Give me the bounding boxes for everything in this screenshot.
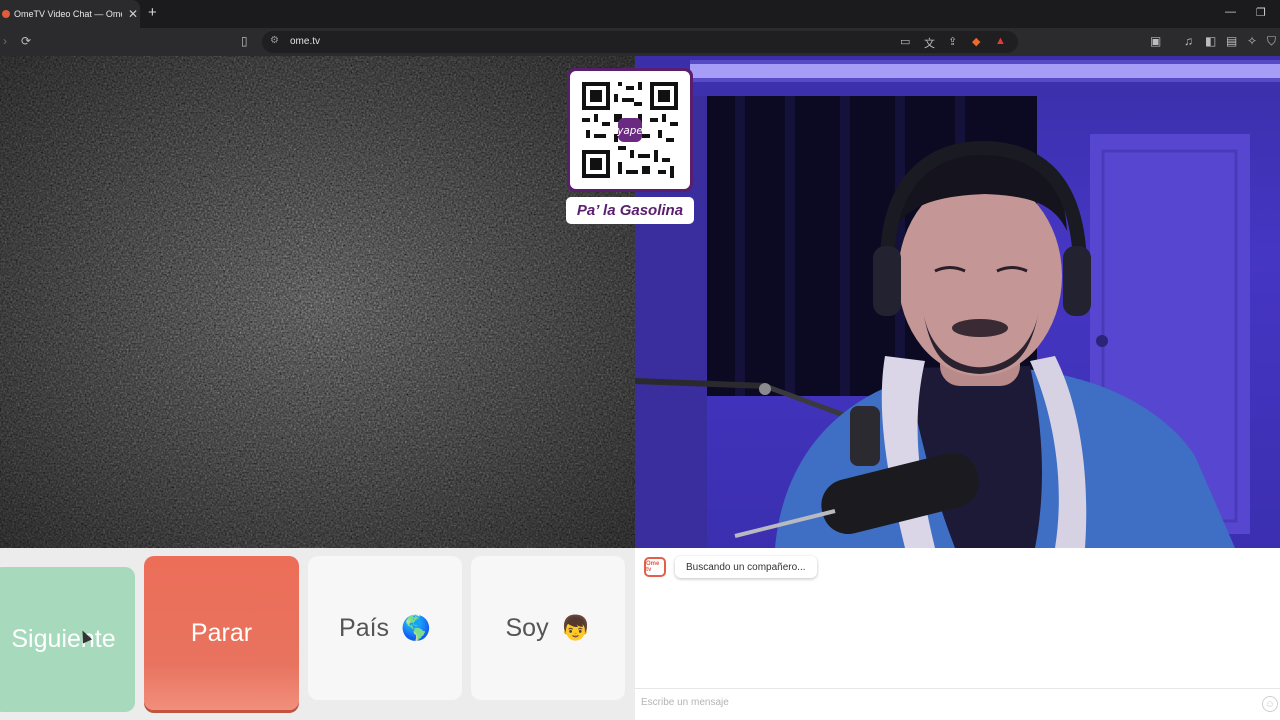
brave-rewards-icon[interactable]: ▲	[995, 35, 1006, 47]
ometv-logo-icon: Ome tv	[644, 557, 666, 577]
tab-title: OmeTV Video Chat — Omeg	[14, 9, 122, 19]
forward-icon[interactable]: ›	[3, 34, 7, 48]
address-url[interactable]: ome.tv	[290, 36, 320, 47]
self-webcam-video	[635, 56, 1280, 548]
sidebar-icon[interactable]: ◧	[1205, 34, 1216, 48]
close-tab-icon[interactable]: ✕	[128, 7, 138, 21]
qr-code-image: yape	[570, 71, 690, 189]
boy-icon: 👦	[560, 614, 591, 642]
leo-ai-icon[interactable]: ✧	[1247, 34, 1257, 48]
message-input[interactable]	[641, 697, 1241, 708]
stop-button-label: Parar	[190, 618, 253, 647]
gender-button-label: Soy	[505, 613, 549, 642]
site-settings-icon[interactable]: ⚙	[270, 35, 279, 46]
screenshot-icon[interactable]: ▣	[1150, 34, 1161, 48]
new-tab-button[interactable]: +	[148, 5, 157, 21]
chat-input-bar: ☺	[635, 688, 1280, 720]
promo-caption: Pa’ la Gasolina	[566, 197, 694, 224]
share-icon[interactable]: ⇪	[948, 35, 957, 48]
bookmark-icon[interactable]: ▯	[241, 34, 248, 48]
stop-button[interactable]: Parar	[144, 556, 299, 710]
cast-icon[interactable]: ▭	[900, 35, 910, 48]
chat-panel: Ome tv Buscando un compañero... ☺	[635, 548, 1280, 720]
country-button[interactable]: País 🌎	[308, 556, 462, 700]
minimize-window-button[interactable]: —	[1225, 6, 1236, 18]
stranger-video	[0, 56, 635, 548]
qr-brand-text: yape	[616, 125, 643, 137]
country-button-label: País	[339, 613, 390, 642]
status-message: Buscando un compañero...	[675, 556, 817, 578]
static-noise	[0, 56, 635, 548]
restore-window-button[interactable]: ❐	[1256, 6, 1266, 19]
reload-icon[interactable]: ⟳	[21, 34, 31, 48]
next-button[interactable]: Siguiente	[0, 567, 135, 712]
browser-tab-active[interactable]: OmeTV Video Chat — Omeg ✕	[0, 0, 140, 28]
browser-toolbar: › ⟳ ▯ ⚙ ome.tv ▭ 文 ⇪ ◆ ▲ ▣ ♫ ◧ ▤ ✧ ⛉	[0, 28, 1280, 56]
brave-shields-icon[interactable]: ◆	[972, 35, 980, 48]
wallet-icon[interactable]: ▤	[1226, 34, 1237, 48]
address-bar[interactable]: ⚙ ome.tv ▭ 文 ⇪ ◆ ▲	[262, 31, 1018, 53]
tab-bar: OmeTV Video Chat — Omeg ✕ + — ❐	[0, 0, 1280, 28]
emoji-picker-icon[interactable]: ☺	[1262, 696, 1278, 712]
ometv-favicon-icon	[2, 10, 10, 18]
gender-button[interactable]: Soy 👦	[471, 556, 625, 700]
vpn-icon[interactable]: ⛉	[1267, 34, 1276, 48]
media-icon[interactable]: ♫	[1184, 34, 1193, 48]
next-button-label: Siguiente	[11, 625, 116, 653]
webcam-scene	[635, 60, 1280, 548]
qr-code-card: yape	[567, 68, 693, 192]
globe-icon: 🌎	[401, 614, 431, 642]
translate-icon[interactable]: 文	[924, 35, 935, 51]
qr-code-icon: yape	[582, 82, 678, 178]
